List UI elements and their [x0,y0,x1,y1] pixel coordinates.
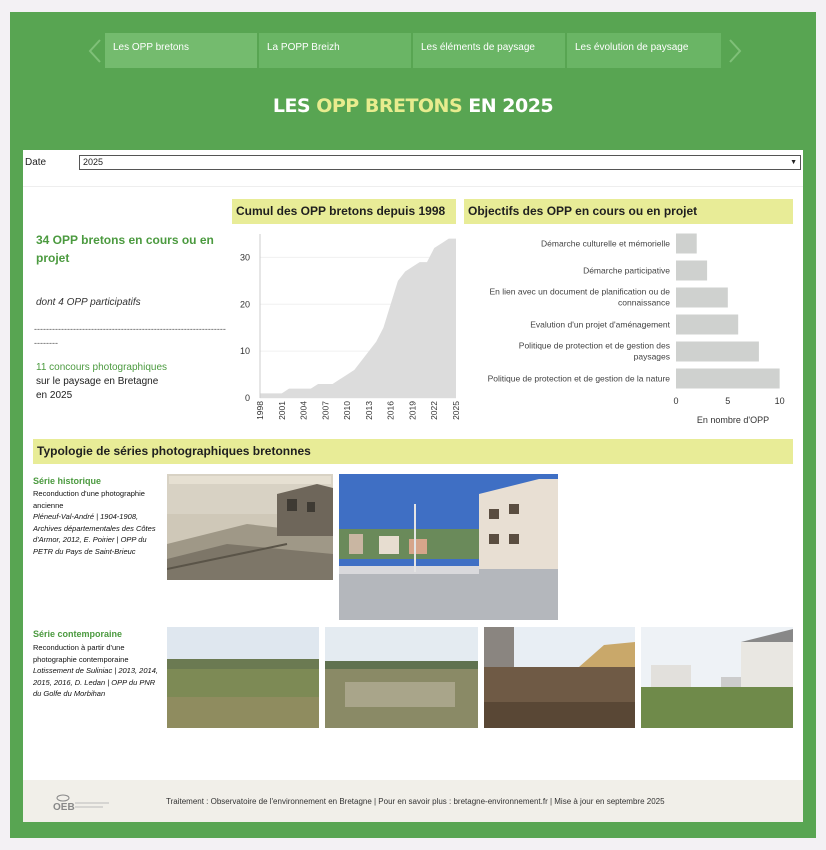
x-tick-label: 2001 [277,401,287,420]
contemporary-photo-2014 [325,627,478,728]
bar-category-label: En lien avec un document de planificatio… [489,287,670,308]
footer: OEB Traitement : Observatoire de l'envir… [23,780,803,822]
x-tick-label: 2013 [364,401,374,420]
kpi-concours-year: en 2025 [36,390,73,401]
x-axis-label: En nombre d'OPP [697,415,769,425]
x-tick-label: 2019 [407,401,417,420]
bar-category-label-line: En lien avec un document de planificatio… [489,287,670,297]
historic-photo [167,474,333,580]
serie-contemporaine-desc: Reconduction à partir d'une photographie… [33,642,158,700]
bar-category-label-line: Politique de protection et de gestion de… [519,341,670,351]
kpi-opp-count: 34 OPP bretons en cours ou en projet [36,233,214,265]
page-title: LES OPP BRETONS EN 2025 [0,95,826,117]
footer-text: Traitement : Observatoire de l'environne… [166,797,665,806]
cumul-area-chart: 0 10 20 30 1998 2001 2004 2007 2010 2013 2016 2019 2… [240,234,461,420]
y-tick-label: 20 [240,299,250,309]
x-tick-label: 2010 [342,401,352,420]
title-part: EN 2025 [462,95,554,117]
kpi-concours-text: sur le paysage en Bretagne [36,376,159,387]
cumul-chart-title: Cumul des OPP bretons depuis 1998 [232,199,456,224]
oeb-logo-text: OEB [53,802,75,812]
contemporary-photo-2016 [641,627,793,728]
x-tick-label: 10 [775,396,785,406]
serie-desc-text: Reconduction d'une photographie ancienne [33,489,145,510]
tabs-next-arrow-icon[interactable] [722,34,752,68]
y-tick-label: 30 [240,252,250,262]
bar-category-label: Evalution d'un projet d'aménagement [530,320,670,330]
serie-caption: Lotissement de Suliniac | 2013, 2014, 20… [33,666,158,698]
date-filter-label: Date [25,157,47,168]
bar-category-label: Politique de protection et de gestion de… [519,341,670,362]
bar-category-label-line: paysages [634,352,670,362]
bar-category-label: Démarche participative [583,266,670,276]
bar [676,314,739,335]
tab-label: La POPP Breizh [267,42,340,53]
serie-historique-title: Série historique [33,476,102,486]
y-tick-label: 10 [240,346,250,356]
bar [676,233,697,254]
oeb-logo: OEB [53,794,109,812]
tab-label: Les OPP bretons [113,42,189,53]
kpi-participatifs: dont 4 OPP participatifs [36,297,141,308]
objectifs-chart-title: Objectifs des OPP en cours ou en projet [464,199,793,224]
kpi-divider: ----------------------------------------… [34,324,226,348]
tab-elements-paysage[interactable]: Les éléments de paysage [413,33,565,68]
x-tick-label: 2007 [320,401,330,420]
tab-popp-breizh[interactable]: La POPP Breizh [259,33,411,68]
bar [676,287,728,308]
bar [676,368,780,389]
divider [23,186,803,187]
contemporary-photo-2013 [167,627,319,728]
y-tick-label: 0 [245,393,250,403]
cumul-area [260,238,456,398]
x-tick-label: 1998 [255,401,265,420]
bar-category-label: Démarche culturelle et mémorielle [541,239,670,249]
tab-evolution-paysage[interactable]: Les évolution de paysage [567,33,721,68]
title-part: LES [272,95,317,117]
objectifs-bar-chart: Démarche culturelle et mémorielle Démarch… [488,233,785,425]
x-tick-label: 2004 [299,401,309,420]
typologie-title: Typologie de séries photographiques bret… [33,439,793,464]
x-tick-label: 5 [725,396,730,406]
date-filter-value: 2025 [83,157,104,167]
kpi-concours-highlight: 11 concours photographiques [36,362,168,373]
contemporary-photo-2015 [484,627,635,728]
bar [676,341,759,362]
bar-category-label-line: connaissance [618,298,670,308]
serie-contemporaine-title: Série contemporaine [33,629,123,639]
serie-desc-text: Reconduction à partir d'une photographie… [33,643,129,664]
x-tick-label: 2022 [429,401,439,420]
bar-category-label: Politique de protection et de gestion de… [488,374,671,384]
bar [676,260,708,281]
serie-caption: Pléneuf-Val-André | 1904-1908, Archives … [33,512,156,556]
title-highlight: OPP BRETONS [316,95,463,117]
date-filter-select[interactable]: 2025 ▼ [79,155,801,170]
dropdown-arrow-icon: ▼ [790,159,797,166]
tab-opp-bretons[interactable]: Les OPP bretons [105,33,257,68]
serie-historique-desc: Reconduction d'une photographie ancienne… [33,488,158,557]
x-tick-label: 0 [673,396,678,406]
tab-label: Les évolution de paysage [575,42,689,53]
kpi-concours: 11 concours photographiques sur le paysa… [36,361,196,403]
tab-label: Les éléments de paysage [421,42,535,53]
modern-photo [339,474,558,620]
x-tick-label: 2016 [386,401,396,420]
